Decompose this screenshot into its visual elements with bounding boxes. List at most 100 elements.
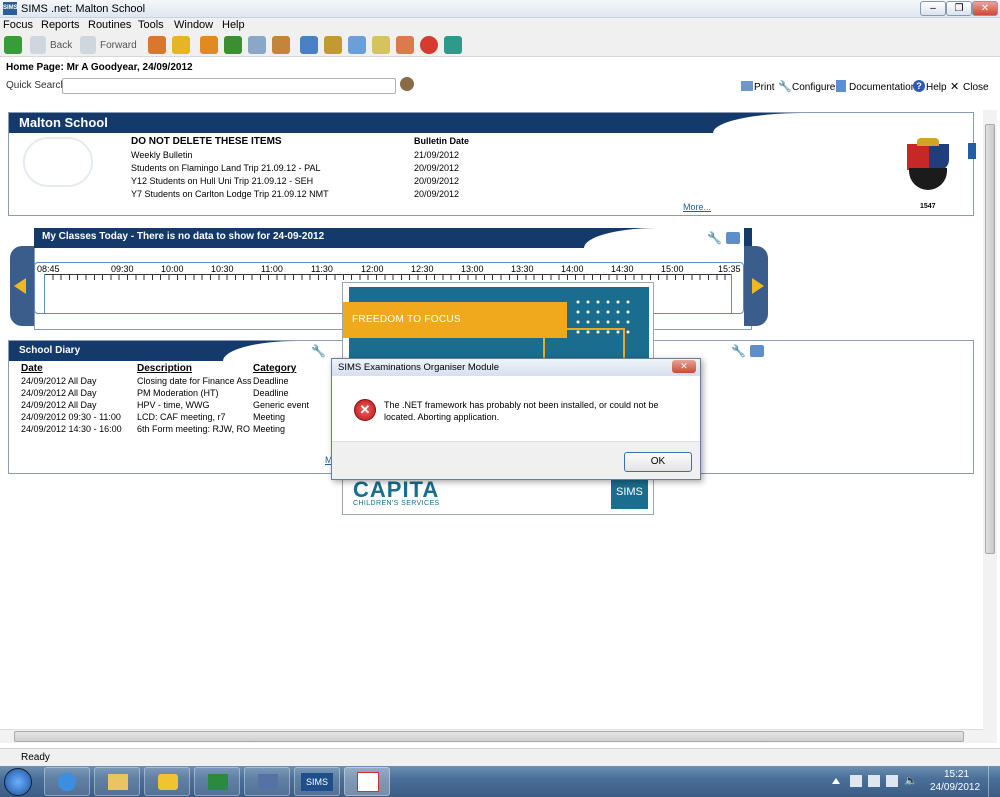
bulletin-item[interactable]: Weekly Bulletin [131,150,192,160]
network-icon[interactable] [886,775,898,787]
forward-label[interactable]: Forward [100,40,137,51]
wrench-icon[interactable]: 🔧 [778,80,792,93]
timeline-tick-label: 13:00 [461,264,484,274]
timeline-left-button[interactable] [10,246,34,326]
document-icon[interactable] [348,36,366,54]
diary-wrench-icon[interactable]: 🔧 [311,344,326,358]
menu-window[interactable]: Window [174,19,213,31]
contact-icon[interactable] [172,36,190,54]
start-button[interactable] [4,768,32,796]
clock-date[interactable]: 24/09/2012 [930,782,980,793]
close-icon[interactable]: ✕ [950,80,959,93]
taskbar-sims-help[interactable] [344,767,390,796]
print-icon[interactable] [741,81,753,91]
vertical-scroll-thumb[interactable] [985,124,995,554]
diary-desc[interactable]: PM Moderation (HT) [137,388,219,398]
bulletin-item[interactable]: Y12 Students on Hull Uni Trip 21.09.12 -… [131,176,313,186]
horizontal-scroll-thumb[interactable] [14,731,964,742]
error-icon: ✕ [354,399,376,421]
taskbar-sims[interactable]: SIMS [294,767,340,796]
diary-print-icon[interactable] [750,345,764,357]
internet-explorer-icon [58,773,76,791]
clock-icon[interactable] [420,36,438,54]
diary-right-wrench-icon[interactable]: 🔧 [731,344,746,358]
status-text: Ready [21,752,50,763]
menu-bar: Focus Reports Routines Tools Window Help [0,18,1000,33]
home-page-header: Home Page: Mr A Goodyear, 24/09/2012 Qui… [0,58,1000,100]
device-icon[interactable] [868,775,880,787]
diary-col-date[interactable]: Date [21,363,43,374]
menu-help[interactable]: Help [222,19,245,31]
menu-routines[interactable]: Routines [88,19,131,31]
configure-wrench-icon[interactable]: 🔧 [707,231,722,245]
taskbar-remote[interactable] [244,767,290,796]
taskbar-outlook[interactable] [144,767,190,796]
minimize-button[interactable]: – [920,1,946,16]
print-classes-icon[interactable] [726,232,740,244]
menu-tools[interactable]: Tools [138,19,164,31]
documentation-link[interactable]: Documentation [849,82,916,93]
book-icon[interactable] [200,36,218,54]
diary-date: 24/09/2012 09:30 - 11:00 [21,412,121,422]
report-icon[interactable] [300,36,318,54]
quick-search-input[interactable] [62,78,396,94]
restore-button[interactable]: ❐ [946,1,972,16]
back-arrow-icon[interactable] [30,36,46,54]
diary-desc[interactable]: LCD: CAF meeting, r7 [137,412,226,422]
action-center-icon[interactable] [850,775,862,787]
help-icon[interactable]: ? [913,80,925,92]
taskbar-ie[interactable] [44,767,90,796]
timeline-right-button[interactable] [744,246,768,326]
documentation-icon[interactable] [836,80,846,92]
clock-time[interactable]: 15:21 [944,769,969,780]
show-desktop-button[interactable] [988,766,1000,797]
bulletin-item[interactable]: Students on Flamingo Land Trip 21.09.12 … [131,163,320,173]
students-icon[interactable] [148,36,166,54]
horizontal-scrollbar[interactable] [0,729,983,743]
close-link[interactable]: Close [963,82,989,93]
home-arrows-icon[interactable] [4,36,22,54]
window-title: SIMS .net: Malton School [21,3,146,15]
close-window-button[interactable]: ✕ [972,1,998,16]
diary-desc[interactable]: Closing date for Finance Ass [137,376,252,386]
menu-focus[interactable]: Focus [3,19,33,31]
exams-icon[interactable] [444,36,462,54]
staff-icon[interactable] [272,36,290,54]
search-person-icon[interactable] [400,77,414,91]
bulletin-col-item: DO NOT DELETE THESE ITEMS [131,136,282,147]
diary-desc[interactable]: HPV - time, WWG [137,400,210,410]
outlook-icon [158,774,178,790]
folder-icon [108,774,128,790]
ok-button[interactable]: OK [624,452,692,472]
windows-taskbar: SIMS 🔈 15:21 24/09/2012 [0,766,1000,797]
configure-link[interactable]: Configure [792,82,835,93]
dialog-title-bar: SIMS Examinations Organiser Module ✕ [332,359,700,376]
people-icon[interactable] [396,36,414,54]
bulletin-more-link[interactable]: More... [683,202,711,212]
forward-arrow-icon[interactable] [80,36,96,54]
print-link[interactable]: Print [754,82,775,93]
volume-icon[interactable]: 🔈 [904,774,918,787]
flag-icon[interactable] [224,36,242,54]
taskbar-explorer[interactable] [94,767,140,796]
diary-desc[interactable]: 6th Form meeting: RJW, RO [137,424,250,434]
capita-subtitle: CHILDREN'S SERVICES [353,500,440,507]
bulletin-item[interactable]: Y7 Students on Carlton Lodge Trip 21.09.… [131,189,329,199]
taskbar-excel[interactable] [194,767,240,796]
show-hidden-icons-icon[interactable] [832,778,840,784]
timeline-tick-label: 11:30 [311,264,333,274]
chart-icon[interactable] [324,36,342,54]
vertical-scrollbar[interactable] [983,110,997,743]
splash-banner-text: FREEDOM TO FOCUS [352,314,461,325]
back-label[interactable]: Back [50,40,72,51]
schedule-icon[interactable] [248,36,266,54]
notes-icon[interactable] [372,36,390,54]
timeline-tick-label: 11:00 [261,264,283,274]
menu-reports[interactable]: Reports [41,19,80,31]
bulletin-date: 20/09/2012 [414,189,460,199]
diary-col-description[interactable]: Description [137,363,192,374]
dialog-close-button[interactable]: ✕ [672,360,696,373]
crest-year: 1547 [920,203,936,210]
help-link[interactable]: Help [926,82,947,93]
diary-col-category[interactable]: Category [253,363,296,374]
